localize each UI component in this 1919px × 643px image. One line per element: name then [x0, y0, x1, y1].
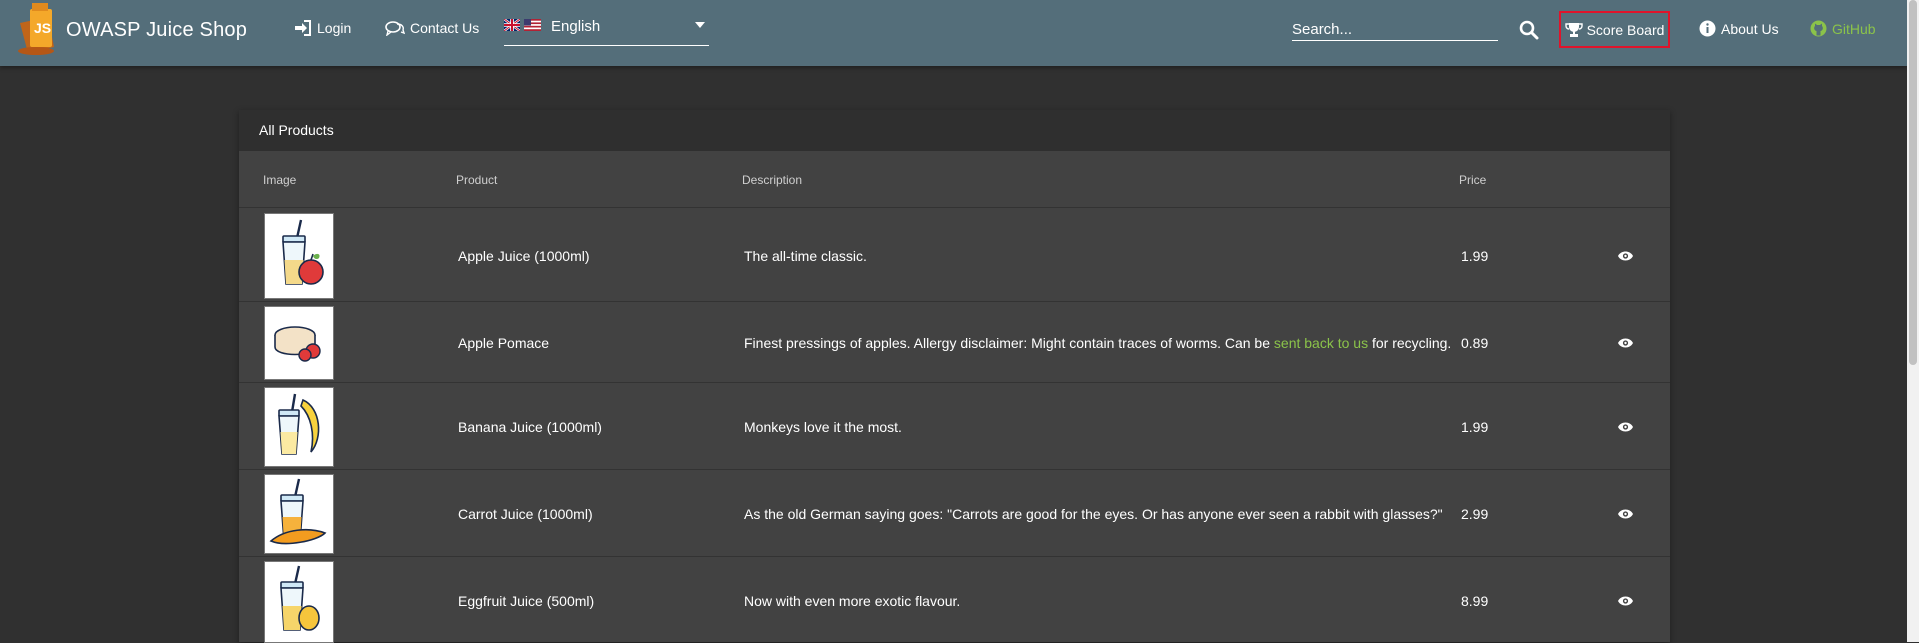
app-title[interactable]: OWASP Juice Shop: [66, 19, 247, 42]
table-row[interactable]: Apple Pomace Finest pressings of apples.…: [239, 301, 1670, 383]
uk-flag: [504, 19, 520, 31]
banana-juice-image: [278, 393, 320, 455]
product-price: 1.99: [1461, 248, 1489, 264]
product-description: Now with even more exotic flavour.: [744, 593, 961, 609]
eye-icon[interactable]: [1617, 250, 1634, 262]
product-description: The all-time classic.: [744, 248, 867, 264]
scrollbar[interactable]: [1907, 0, 1919, 642]
product-name: Apple Juice (1000ml): [458, 248, 590, 264]
trophy-icon: [1564, 22, 1583, 37]
search-input[interactable]: [1292, 18, 1498, 41]
table-row[interactable]: Carrot Juice (1000ml) As the old German …: [239, 469, 1670, 557]
column-header-description[interactable]: Description: [742, 173, 802, 187]
description-text: Finest pressings of apples. Allergy disc…: [744, 335, 1274, 351]
product-image[interactable]: [264, 561, 334, 643]
product-name: Banana Juice (1000ml): [458, 419, 602, 435]
column-header-product[interactable]: Product: [456, 173, 497, 187]
language-select[interactable]: English: [504, 16, 709, 46]
apple-pomace-image: [274, 326, 321, 362]
carrot-juice-image: [269, 478, 327, 545]
juice-shop-logo[interactable]: JS: [14, 3, 66, 57]
product-price: 2.99: [1461, 506, 1489, 522]
card-header: All Products: [239, 110, 1670, 151]
product-image[interactable]: [264, 387, 334, 467]
product-description: Finest pressings of apples. Allergy disc…: [744, 335, 1451, 351]
eye-icon[interactable]: [1617, 508, 1634, 520]
product-image[interactable]: [264, 306, 334, 380]
contact-label: Contact Us: [410, 20, 480, 36]
svg-text:JS: JS: [34, 20, 51, 36]
us-flag: [524, 19, 541, 31]
apple-juice-image: [282, 219, 324, 285]
card-title: All Products: [259, 122, 334, 138]
language-label: English: [551, 18, 601, 35]
toolbar: JS OWASP Juice Shop Login Contact Us Eng…: [0, 0, 1907, 66]
product-name: Carrot Juice (1000ml): [458, 506, 593, 522]
products-card: All Products Image Product Description P…: [239, 110, 1670, 643]
product-price: 8.99: [1461, 593, 1489, 609]
eggfruit-juice-image: [280, 565, 320, 631]
eye-icon[interactable]: [1617, 421, 1634, 433]
eye-icon[interactable]: [1617, 595, 1634, 607]
table-row[interactable]: Eggfruit Juice (500ml) Now with even mor…: [239, 556, 1670, 643]
about-us-button[interactable]: About Us: [1699, 20, 1779, 37]
github-label: GitHub: [1832, 20, 1876, 37]
table-row[interactable]: Apple Juice (1000ml) The all-time classi…: [239, 207, 1670, 302]
product-price: 1.99: [1461, 419, 1489, 435]
about-us-label: About Us: [1721, 20, 1779, 37]
login-icon: [295, 20, 311, 36]
chevron-down-icon: [695, 22, 705, 28]
scrollbar-thumb[interactable]: [1909, 0, 1917, 365]
search-icon[interactable]: [1519, 20, 1539, 40]
score-board-label: Score Board: [1586, 21, 1665, 38]
table-row[interactable]: Banana Juice (1000ml) Monkeys love it th…: [239, 382, 1670, 470]
product-description: As the old German saying goes: "Carrots …: [744, 506, 1443, 522]
column-header-price[interactable]: Price: [1459, 173, 1486, 187]
product-description: Monkeys love it the most.: [744, 419, 902, 435]
login-label: Login: [317, 20, 352, 36]
product-name: Eggfruit Juice (500ml): [458, 593, 595, 609]
github-icon: [1810, 20, 1827, 37]
product-image[interactable]: [264, 474, 334, 554]
description-text: for recycling.: [1368, 335, 1452, 351]
eye-icon[interactable]: [1617, 337, 1634, 349]
contact-icon: [385, 21, 405, 36]
column-header-image[interactable]: Image: [263, 173, 296, 187]
product-name: Apple Pomace: [458, 335, 550, 351]
product-image[interactable]: [264, 213, 334, 299]
github-button[interactable]: GitHub: [1810, 20, 1876, 37]
product-price: 0.89: [1461, 335, 1489, 351]
contact-button[interactable]: Contact Us: [385, 20, 479, 36]
info-icon: [1699, 20, 1716, 37]
score-board-button[interactable]: Score Board: [1559, 11, 1670, 48]
sent-back-link[interactable]: sent back to us: [1274, 335, 1368, 351]
login-button[interactable]: Login: [294, 20, 351, 36]
